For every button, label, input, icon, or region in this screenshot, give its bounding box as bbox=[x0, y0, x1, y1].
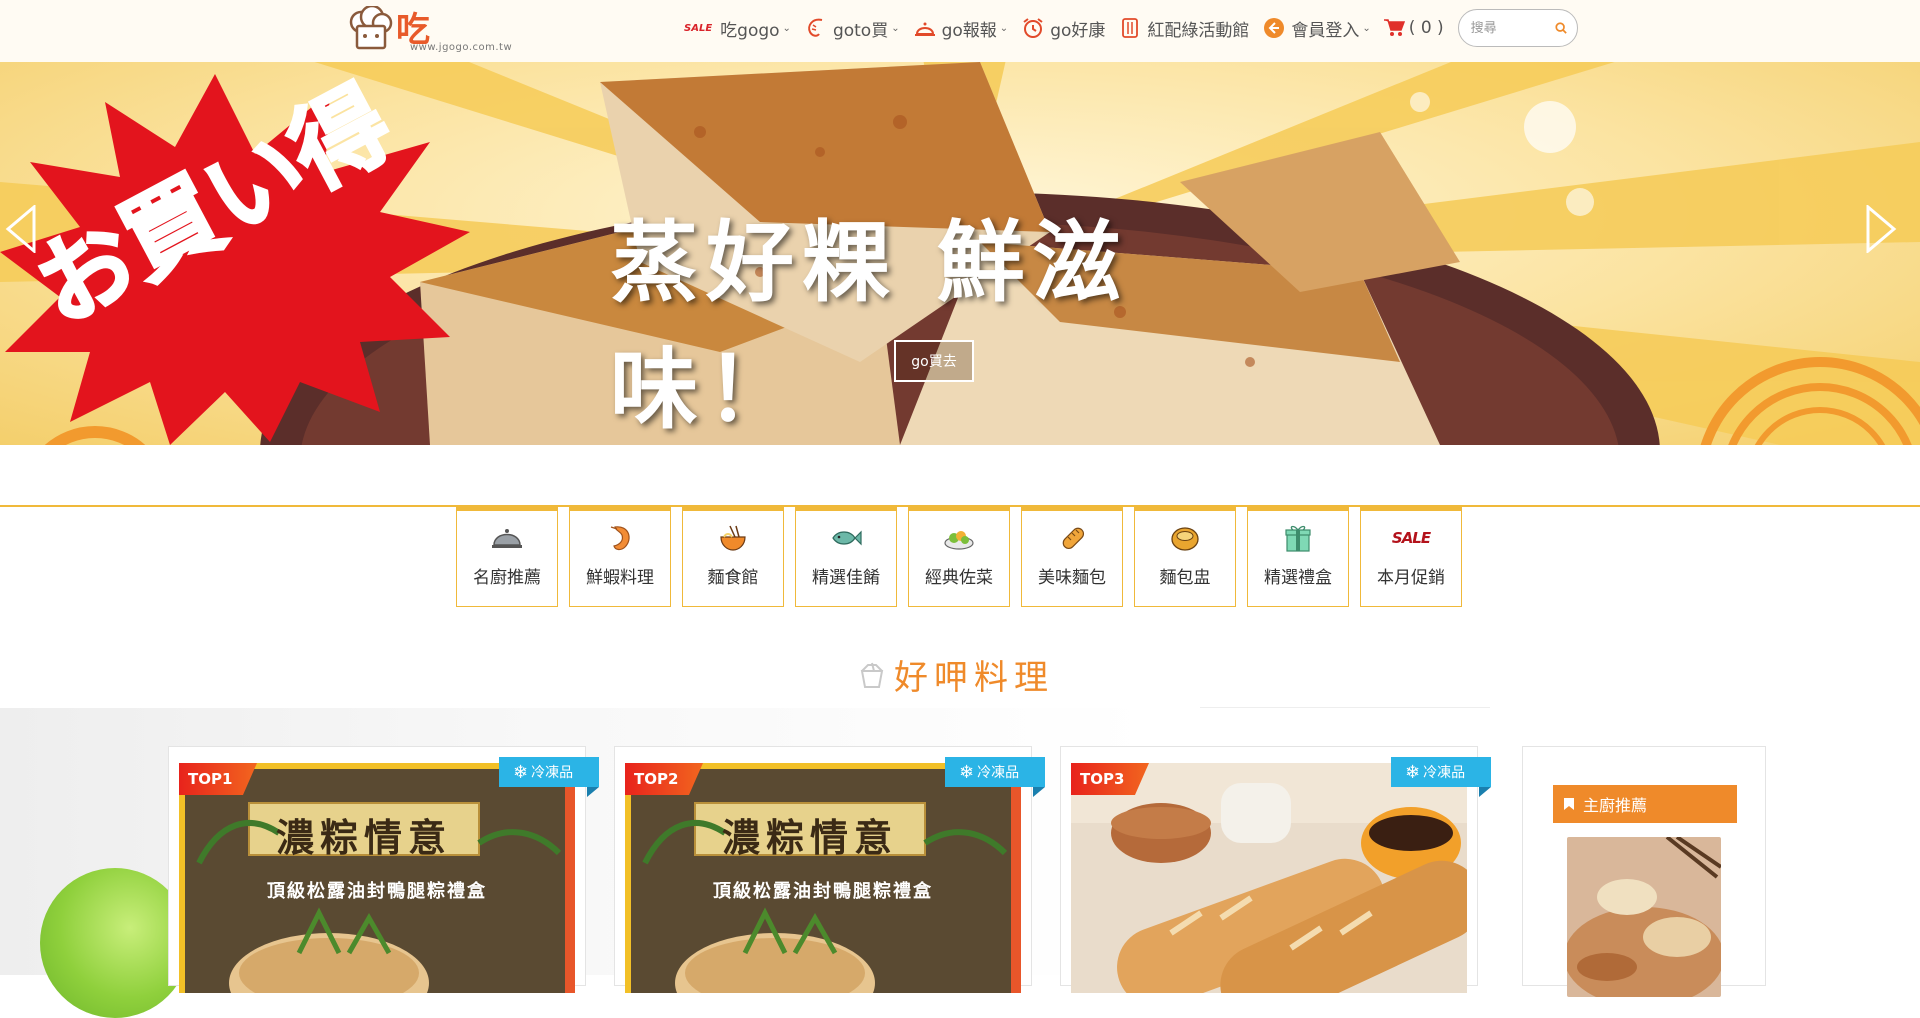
chevron-down-icon: ⌄ bbox=[999, 22, 1009, 34]
product-card-2[interactable]: 濃粽情意 頂級松露油封鴨腿粽禮盒 TOP2 ❄ 冷凍品 bbox=[614, 746, 1045, 993]
nav-item-go-news[interactable]: go報報 ⌄ bbox=[912, 15, 1009, 41]
frozen-tag: ❄ 冷凍品 bbox=[945, 757, 1045, 797]
chef-hat-logo-icon bbox=[349, 6, 393, 50]
product-image[interactable]: 濃粽情意 頂級松露油封鴨腿粽禮盒 bbox=[625, 763, 1021, 993]
nav-label: 紅配綠活動館 bbox=[1147, 20, 1250, 41]
bread-bowl-icon bbox=[1168, 523, 1202, 553]
logo-url: www.jgogo.com.tw bbox=[410, 42, 513, 53]
product-image[interactable] bbox=[1071, 763, 1467, 993]
category-chef-recommend[interactable]: 名廚推薦 bbox=[456, 505, 558, 607]
nav-label: 會員登入 bbox=[1291, 20, 1360, 41]
sale-badge: SALE bbox=[684, 22, 713, 34]
category-label: 名廚推薦 bbox=[473, 568, 541, 588]
carousel-prev-icon[interactable] bbox=[4, 205, 38, 253]
category-shrimp[interactable]: 鮮蝦料理 bbox=[569, 505, 671, 607]
fork-knife-icon bbox=[1117, 15, 1143, 41]
cloche-icon bbox=[490, 523, 524, 553]
section-title-text: 好呷料理 bbox=[894, 658, 1054, 698]
category-label: 經典佐菜 bbox=[925, 568, 993, 588]
product-image[interactable]: 濃粽情意 頂級松露油封鴨腿粽禮盒 bbox=[179, 763, 575, 993]
nav-item-red-green-event[interactable]: 紅配綠活動館 bbox=[1117, 15, 1249, 41]
cart-icon bbox=[1383, 19, 1405, 36]
category-label: 鮮蝦料理 bbox=[586, 568, 654, 588]
site-header: 吃gogo www.jgogo.com.tw SALE 吃gogo ⌄ goto… bbox=[0, 0, 1920, 91]
product-image-subtitle: 頂級松露油封鴨腿粽禮盒 bbox=[713, 881, 933, 902]
nav-item-chigogo[interactable]: SALE 吃gogo ⌄ bbox=[684, 16, 791, 41]
chevron-down-icon: ⌄ bbox=[1362, 22, 1371, 34]
noodle-bowl-icon bbox=[716, 523, 750, 553]
sidebar-product-image[interactable] bbox=[1567, 837, 1721, 997]
category-nav: 名廚推薦 鮮蝦料理 麵食館 精選佳餚 經典佐菜 美味麵包 麵包盅 精選禮盒 SA… bbox=[456, 505, 1473, 607]
nav-item-goto-buy[interactable]: goto買 ⌄ bbox=[803, 15, 900, 41]
category-label: 精選佳餚 bbox=[812, 568, 880, 588]
go-buy-button[interactable]: go買去 bbox=[894, 340, 974, 382]
banner-title: 蒸好粿 鮮滋味！ bbox=[610, 210, 1129, 441]
category-label: 麵包盅 bbox=[1159, 568, 1211, 588]
category-classic-sides[interactable]: 經典佐菜 bbox=[908, 505, 1010, 607]
chevron-down-icon: ⌄ bbox=[782, 22, 791, 34]
bookmark-icon bbox=[1564, 798, 1574, 810]
product-image-subtitle: 頂級松露油封鴨腿粽禮盒 bbox=[267, 881, 487, 902]
nav-label: go好康 bbox=[1050, 20, 1106, 41]
sidebar-chef-recommend: 主廚推薦 bbox=[1522, 746, 1766, 997]
salad-plate-icon bbox=[942, 523, 976, 553]
snowflake-icon: ❄ bbox=[1405, 761, 1421, 783]
alarm-clock-icon bbox=[1020, 15, 1046, 41]
sidebar-header[interactable]: 主廚推薦 bbox=[1553, 785, 1737, 823]
frozen-tag-label: 冷凍品 bbox=[977, 765, 1020, 781]
nav-item-member-login[interactable]: 會員登入 ⌄ bbox=[1261, 15, 1371, 41]
sidebar-title: 主廚推薦 bbox=[1583, 796, 1648, 815]
category-label: 麵食館 bbox=[707, 568, 759, 588]
site-logo[interactable]: 吃gogo www.jgogo.com.tw bbox=[348, 2, 520, 91]
product-image-title: 濃粽情意 bbox=[275, 815, 452, 860]
category-gift-box[interactable]: 精選禮盒 bbox=[1247, 505, 1349, 607]
cart-button[interactable]: ( 0 ) bbox=[1383, 18, 1444, 38]
login-icon bbox=[1261, 15, 1287, 41]
carousel-next-icon[interactable] bbox=[1864, 205, 1898, 253]
snowflake-icon: ❄ bbox=[959, 761, 975, 783]
category-bread-bowl[interactable]: 麵包盅 bbox=[1134, 505, 1236, 607]
search-input[interactable] bbox=[1470, 20, 1555, 36]
category-noodles[interactable]: 麵食館 bbox=[682, 505, 784, 607]
cart-count: ( 0 ) bbox=[1408, 18, 1444, 38]
frozen-tag-label: 冷凍品 bbox=[1423, 765, 1466, 781]
frozen-tag-label: 冷凍品 bbox=[531, 765, 574, 781]
snowflake-icon: ❄ bbox=[513, 761, 529, 783]
product-card-1[interactable]: 濃粽情意 頂級松露油封鴨腿粽禮盒 TOP1 ❄ 冷凍品 bbox=[168, 746, 599, 993]
search-icon[interactable] bbox=[1555, 21, 1567, 35]
chevron-down-icon: ⌄ bbox=[891, 22, 900, 34]
category-label: 精選禮盒 bbox=[1264, 568, 1332, 588]
frozen-tag: ❄ 冷凍品 bbox=[499, 757, 599, 797]
shrimp-icon bbox=[803, 15, 829, 41]
gift-icon bbox=[1281, 523, 1315, 553]
product-image-title: 濃粽情意 bbox=[721, 815, 898, 860]
nav-item-go-deals[interactable]: go好康 bbox=[1020, 15, 1105, 41]
category-label: 美味麵包 bbox=[1038, 568, 1106, 588]
category-selected-dishes[interactable]: 精選佳餚 bbox=[795, 505, 897, 607]
product-card-3[interactable]: TOP3 ❄ 冷凍品 bbox=[1060, 746, 1491, 993]
sale-icon: SALE bbox=[1391, 523, 1431, 553]
frozen-tag: ❄ 冷凍品 bbox=[1391, 757, 1491, 797]
fish-icon bbox=[829, 523, 863, 553]
nav-label: go報報 bbox=[941, 20, 997, 41]
nav-label: goto買 bbox=[832, 20, 889, 41]
shrimp-icon bbox=[603, 523, 637, 553]
service-bell-icon bbox=[912, 15, 938, 41]
category-label: 本月促銷 bbox=[1377, 568, 1445, 588]
sale-icon-text: SALE bbox=[1391, 529, 1431, 547]
takeout-box-icon bbox=[860, 662, 884, 688]
search-box bbox=[1457, 9, 1578, 47]
hero-banner: お買い得 蒸好粿 鮮滋味！ go買去 bbox=[0, 62, 1920, 445]
section-title: 好呷料理 bbox=[856, 650, 1054, 699]
nav-label: 吃gogo bbox=[720, 20, 780, 41]
main-nav: SALE 吃gogo ⌄ goto買 ⌄ go報報 ⌄ go好康 紅配綠活動館 … bbox=[684, 9, 1578, 47]
bread-icon bbox=[1055, 523, 1089, 553]
category-monthly-sale[interactable]: SALE 本月促銷 bbox=[1360, 505, 1462, 607]
category-bread[interactable]: 美味麵包 bbox=[1021, 505, 1123, 607]
